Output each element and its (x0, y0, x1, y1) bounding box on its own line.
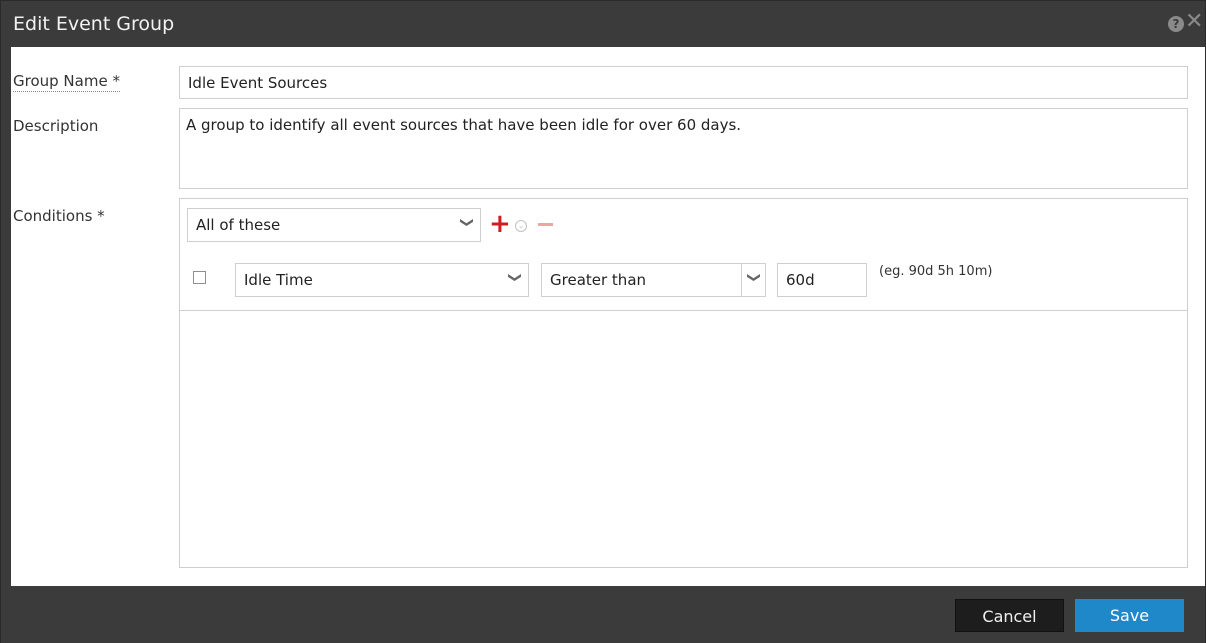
close-icon[interactable]: ✕ (1185, 11, 1203, 33)
conditions-editor: All of these ❯ + ⌄ Idle Time ❯ Greater t… (179, 198, 1188, 568)
chevron-down-icon: ❯ (459, 217, 475, 228)
dialog-footer: Cancel Save (1, 587, 1205, 643)
condition-operator-select[interactable]: Greater than ❯ (541, 263, 766, 297)
operator-dropdown-button[interactable]: ❯ (741, 264, 765, 296)
match-mode-select[interactable]: All of these ❯ (187, 208, 481, 242)
remove-condition-icon[interactable] (538, 223, 553, 226)
condition-value: 60d (786, 271, 815, 289)
chevron-down-icon: ❯ (745, 272, 761, 283)
condition-value-hint: (eg. 90d 5h 10m) (879, 264, 993, 279)
conditions-label: Conditions * (13, 207, 105, 225)
condition-checkbox[interactable] (193, 271, 206, 284)
dialog-titlebar: Edit Event Group ? ✕ (1, 1, 1205, 47)
match-mode-value: All of these (196, 216, 281, 234)
chevron-down-icon: ❯ (507, 272, 523, 283)
edit-event-group-dialog: Edit Event Group ? ✕ Group Name * Idle E… (0, 0, 1206, 643)
cancel-button[interactable]: Cancel (955, 599, 1064, 632)
condition-operator-value: Greater than (550, 271, 647, 289)
conditions-divider (180, 310, 1187, 311)
group-name-value: Idle Event Sources (188, 74, 328, 92)
description-value: A group to identify all event sources th… (186, 116, 742, 134)
description-textarea[interactable]: A group to identify all event sources th… (179, 108, 1188, 189)
group-name-input[interactable]: Idle Event Sources (179, 66, 1188, 99)
condition-field-value: Idle Time (244, 271, 313, 289)
help-icon[interactable]: ? (1168, 16, 1184, 32)
description-label: Description (13, 117, 99, 135)
add-condition-icon[interactable]: + (489, 211, 511, 237)
condition-options-icon[interactable]: ⌄ (515, 220, 527, 232)
condition-value-input[interactable]: 60d (777, 263, 867, 297)
group-name-label: Group Name * (13, 72, 120, 92)
dialog-title: Edit Event Group (13, 13, 175, 35)
condition-field-select[interactable]: Idle Time ❯ (235, 263, 529, 297)
save-button[interactable]: Save (1075, 599, 1184, 632)
dialog-body: Group Name * Idle Event Sources Descript… (11, 47, 1205, 586)
